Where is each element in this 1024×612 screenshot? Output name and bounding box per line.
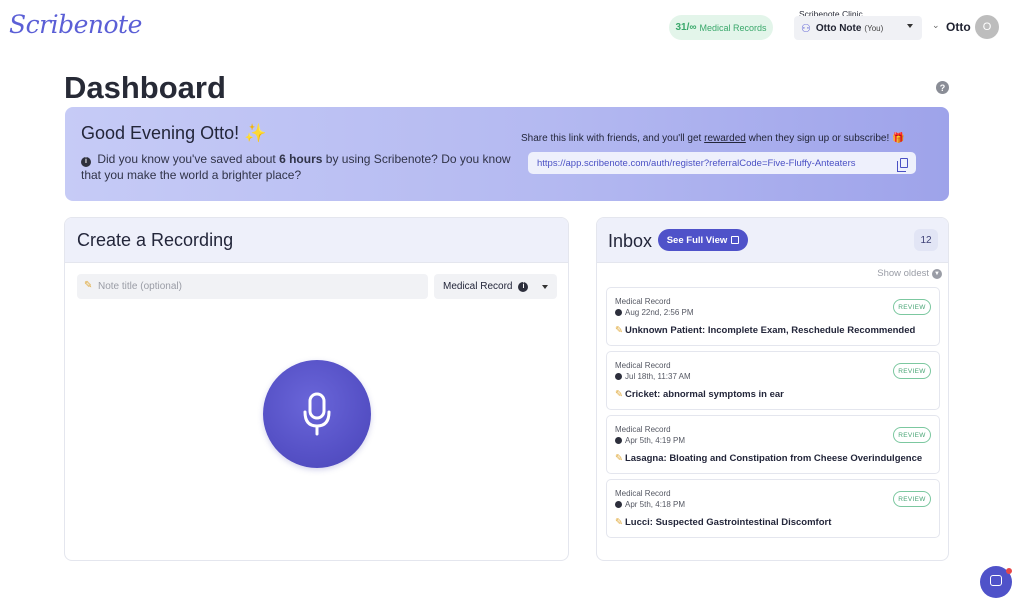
memo-icon: ✎ <box>615 389 623 400</box>
record-button[interactable] <box>263 360 371 468</box>
chevron-down-circle-icon: ▼ <box>932 268 942 279</box>
item-title-text: Lasagna: Bloating and Constipation from … <box>624 453 923 464</box>
referral-url[interactable]: https://app.scribenote.com/auth/register… <box>537 158 856 169</box>
top-bar: Scribenote 31/∞ Medical Records Scribeno… <box>0 0 1024 56</box>
clock-icon <box>615 373 622 380</box>
memo-icon: ✎ <box>615 453 623 464</box>
item-title: ✎ Cricket: abnormal symptoms in ear <box>615 389 784 400</box>
records-usage-pill[interactable]: 31/∞ Medical Records <box>669 15 773 40</box>
item-record-type: Medical Record <box>615 297 671 306</box>
inbox-item[interactable]: Medical Record Apr 5th, 4:19 PM ✎ Lasagna… <box>606 415 940 474</box>
review-badge[interactable]: REVIEW <box>893 427 931 443</box>
time-saved-prefix: Did you know you've saved about <box>97 152 276 166</box>
external-link-icon <box>731 236 740 244</box>
item-date: Apr 5th, 4:18 PM <box>615 500 685 509</box>
time-saved-message: i Did you know you've saved about 6 hour… <box>81 151 511 183</box>
item-date-text: Apr 5th, 4:18 PM <box>625 500 686 509</box>
greeting-banner: Good Evening Otto! ✨ i Did you know you'… <box>65 107 949 201</box>
inbox-item[interactable]: Medical Record Aug 22nd, 2:56 PM ✎ Unknow… <box>606 287 940 346</box>
record-type-value: Medical Record <box>443 281 513 292</box>
inbox-header: Inbox See Full View 12 <box>597 218 948 263</box>
item-date: Aug 22nd, 2:56 PM <box>615 308 694 317</box>
show-oldest-label: Show oldest <box>877 268 929 279</box>
clock-icon <box>615 309 622 316</box>
item-record-type: Medical Record <box>615 361 671 370</box>
inbox-item[interactable]: Medical Record Apr 5th, 4:18 PM ✎ Lucci: … <box>606 479 940 538</box>
caret-down-icon <box>542 285 548 289</box>
referral-link-field[interactable]: https://app.scribenote.com/auth/register… <box>528 152 916 174</box>
sparkles-icon: ✨ <box>244 123 267 143</box>
clinic-user-name: Otto Note <box>815 22 862 34</box>
inbox-count-badge: 12 <box>914 229 938 251</box>
chat-bubble-icon <box>990 575 1002 586</box>
review-badge[interactable]: REVIEW <box>893 363 931 379</box>
item-date-text: Jul 18th, 11:37 AM <box>625 372 691 381</box>
clock-icon <box>615 437 622 444</box>
inbox-list: Medical Record Aug 22nd, 2:56 PM ✎ Unknow… <box>606 287 940 543</box>
show-oldest-toggle[interactable]: Show oldest ▼ <box>877 268 942 279</box>
memo-icon: ✎ <box>615 325 623 336</box>
clinic-user-you: (You) <box>864 23 884 33</box>
help-icon[interactable]: ? <box>936 81 949 94</box>
notification-dot <box>1006 568 1012 574</box>
pencil-icon: ✎ <box>84 280 93 291</box>
create-recording-title: Create a Recording <box>77 230 234 250</box>
item-title: ✎ Lucci: Suspected Gastrointestinal Disco… <box>615 517 831 528</box>
share-suffix: when they sign up or subscribe! <box>748 133 890 144</box>
record-type-select[interactable]: Medical Record i <box>434 274 557 299</box>
avatar[interactable]: O <box>975 15 999 39</box>
review-badge[interactable]: REVIEW <box>893 299 931 315</box>
inbox-title: Inbox <box>608 231 653 251</box>
caret-down-icon <box>907 24 913 28</box>
greeting-heading: Good Evening Otto! ✨ <box>81 123 267 144</box>
note-title-input[interactable] <box>77 274 428 299</box>
clinic-user-select[interactable]: ⚇ Otto Note (You) <box>794 16 922 40</box>
users-icon: ⚇ <box>801 22 811 35</box>
microphone-icon <box>303 392 331 436</box>
memo-icon: ✎ <box>615 517 623 528</box>
inbox-card: Inbox See Full View 12 Show oldest ▼ Med… <box>596 217 949 561</box>
time-saved-hours: 6 hours <box>279 152 323 166</box>
info-icon: i <box>81 157 91 167</box>
item-record-type: Medical Record <box>615 425 671 434</box>
review-badge[interactable]: REVIEW <box>893 491 931 507</box>
item-title: ✎ Lasagna: Bloating and Constipation from… <box>615 453 922 464</box>
item-date-text: Aug 22nd, 2:56 PM <box>625 308 694 317</box>
greeting-text: Good Evening Otto! <box>81 123 240 143</box>
item-title-text: Unknown Patient: Incomplete Exam, Resche… <box>624 325 916 336</box>
copy-icon[interactable] <box>897 158 908 172</box>
referral-message: Share this link with friends, and you'll… <box>521 133 904 144</box>
share-prefix: Share this link with friends, and you'll… <box>521 133 702 144</box>
records-label: Medical Records <box>699 22 767 33</box>
see-full-view-label: See Full View <box>666 234 728 246</box>
scribenote-logo[interactable]: Scribenote <box>9 10 142 39</box>
gift-icon: 🎁 <box>892 133 905 144</box>
item-title: ✎ Unknown Patient: Incomplete Exam, Resch… <box>615 325 915 336</box>
item-date-text: Apr 5th, 4:19 PM <box>625 436 686 445</box>
create-recording-header: Create a Recording <box>65 218 568 263</box>
see-full-view-button[interactable]: See Full View <box>658 229 748 251</box>
item-title-text: Lucci: Suspected Gastrointestinal Discom… <box>624 517 832 528</box>
item-date: Apr 5th, 4:19 PM <box>615 436 685 445</box>
item-record-type: Medical Record <box>615 489 671 498</box>
inbox-item[interactable]: Medical Record Jul 18th, 11:37 AM ✎ Crick… <box>606 351 940 410</box>
info-icon[interactable]: i <box>518 281 529 292</box>
create-recording-card: Create a Recording ✎ Medical Record i <box>64 217 569 561</box>
rewarded-link[interactable]: rewarded <box>704 133 746 144</box>
page-title: Dashboard <box>64 70 226 105</box>
user-menu-name[interactable]: Otto <box>946 20 971 34</box>
item-date: Jul 18th, 11:37 AM <box>615 372 691 381</box>
records-count: 31/∞ <box>675 22 697 33</box>
item-title-text: Cricket: abnormal symptoms in ear <box>624 389 784 400</box>
clock-icon <box>615 501 622 508</box>
chevron-down-icon[interactable]: ⌄ <box>932 20 940 31</box>
